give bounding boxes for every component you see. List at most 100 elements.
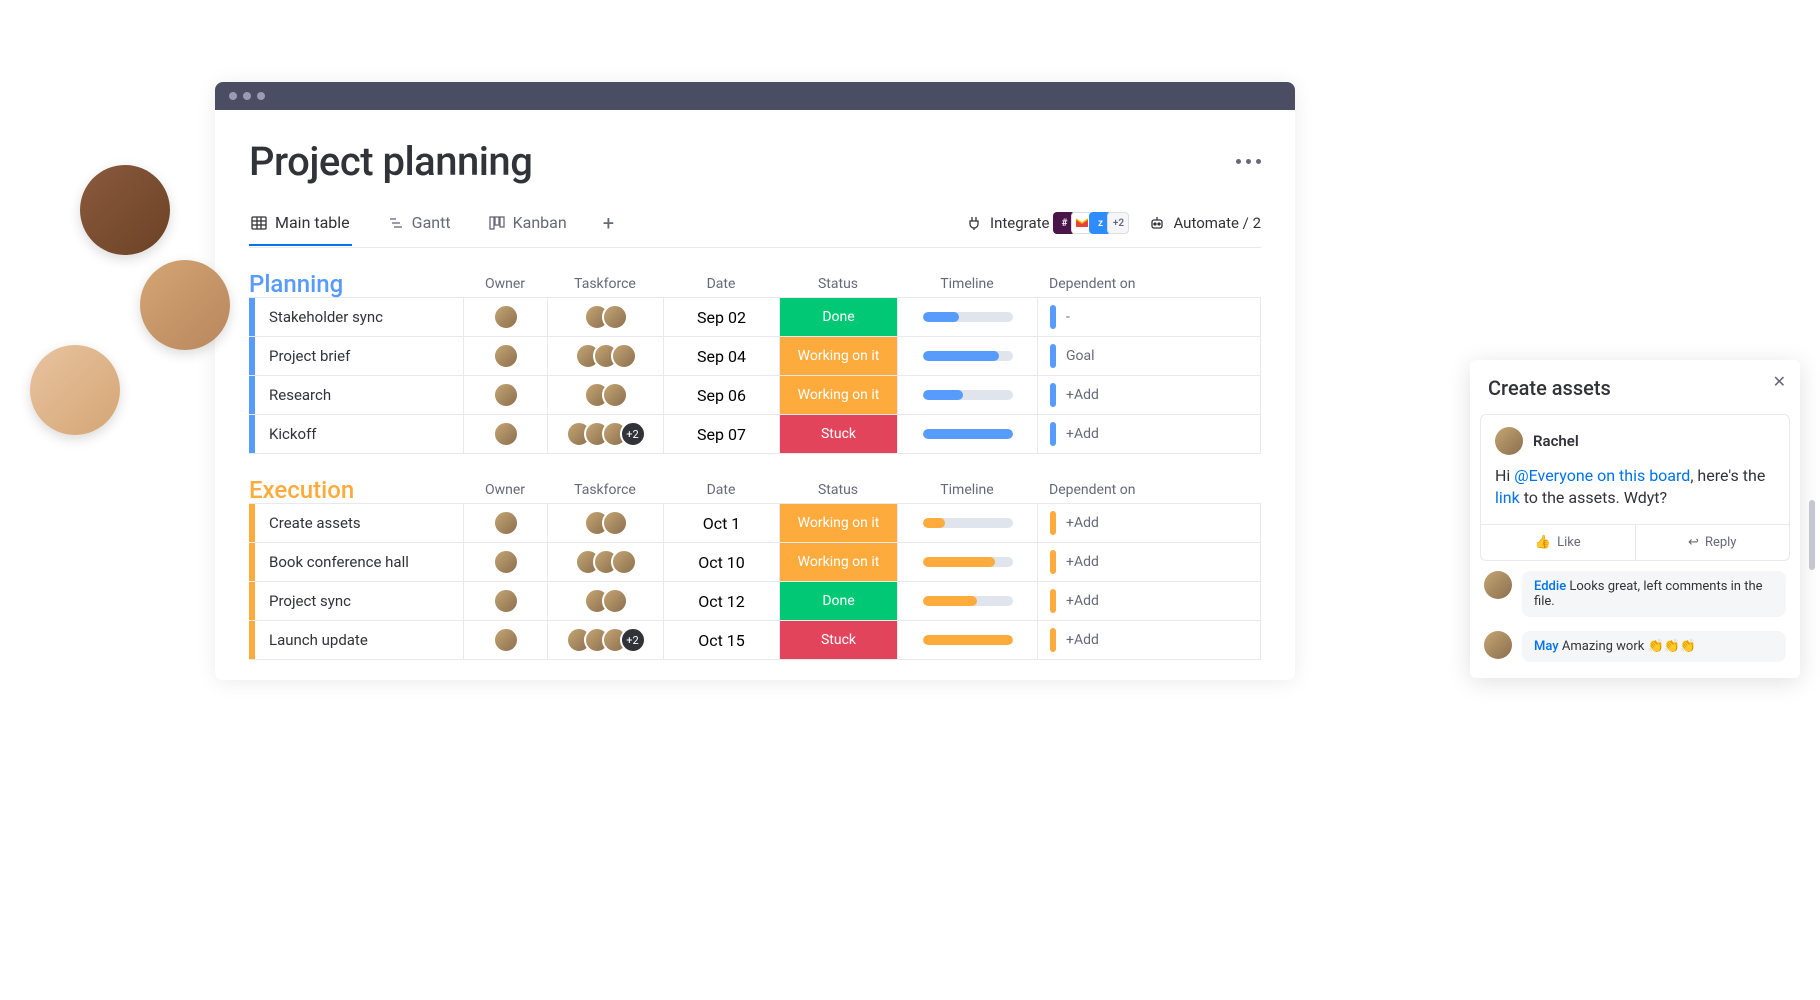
dependent-cell[interactable]: +Add — [1037, 504, 1260, 542]
timeline-cell[interactable] — [897, 376, 1037, 414]
table-row[interactable]: Kickoff+2Sep 07Stuck+Add — [249, 414, 1261, 454]
integrate-button[interactable]: Integrate # z +2 — [966, 212, 1129, 234]
owner-cell[interactable] — [463, 415, 547, 453]
task-name[interactable]: Stakeholder sync — [255, 308, 463, 326]
column-header-dependent[interactable]: Dependent on — [1037, 482, 1261, 504]
taskforce-cell[interactable] — [547, 543, 663, 581]
taskforce-cell[interactable] — [547, 504, 663, 542]
date-cell[interactable]: Sep 04 — [663, 337, 779, 375]
automate-button[interactable]: Automate / 2 — [1149, 214, 1261, 232]
column-header-taskforce[interactable]: Taskforce — [547, 482, 663, 504]
table-row[interactable]: Book conference hall Oct 10Working on it +… — [249, 542, 1261, 582]
reply-bubble[interactable]: May Amazing work 👏👏👏 — [1522, 631, 1786, 662]
scrollbar[interactable] — [1809, 500, 1815, 570]
column-header-taskforce[interactable]: Taskforce — [547, 276, 663, 298]
taskforce-cell[interactable]: +2 — [547, 621, 663, 659]
status-cell[interactable]: Working on it — [779, 376, 897, 414]
taskforce-cell[interactable] — [547, 376, 663, 414]
tab-gantt[interactable]: Gantt — [386, 213, 453, 246]
owner-cell[interactable] — [463, 582, 547, 620]
link[interactable]: link — [1495, 488, 1520, 507]
dependent-cell[interactable]: +Add — [1037, 543, 1260, 581]
tab-kanban[interactable]: Kanban — [487, 213, 569, 246]
mention[interactable]: @Everyone on this board — [1514, 466, 1690, 485]
dependent-cell[interactable]: +Add — [1037, 415, 1260, 453]
reply-button[interactable]: ↩ Reply — [1636, 525, 1790, 560]
dependent-cell[interactable]: Goal — [1037, 337, 1260, 375]
timeline-cell[interactable] — [897, 543, 1037, 581]
status-cell[interactable]: Working on it — [779, 504, 897, 542]
taskforce-cell[interactable]: +2 — [547, 415, 663, 453]
group-title[interactable]: Planning — [249, 270, 463, 298]
task-name[interactable]: Research — [255, 386, 463, 404]
task-name[interactable]: Project sync — [255, 592, 463, 610]
status-cell[interactable]: Done — [779, 298, 897, 336]
close-button[interactable]: ✕ — [1773, 372, 1786, 391]
table-row[interactable]: Project brief Sep 04Working on it Goal — [249, 336, 1261, 376]
date-cell[interactable]: Oct 10 — [663, 543, 779, 581]
timeline-cell[interactable] — [897, 504, 1037, 542]
column-header-status[interactable]: Status — [779, 276, 897, 298]
avatar-stack[interactable] — [575, 549, 637, 575]
avatar-stack[interactable]: +2 — [566, 627, 646, 653]
owner-cell[interactable] — [463, 376, 547, 414]
avatar-stack[interactable] — [584, 382, 628, 408]
task-name[interactable]: Project brief — [255, 347, 463, 365]
task-name[interactable]: Book conference hall — [255, 553, 463, 571]
column-header-timeline[interactable]: Timeline — [897, 482, 1037, 504]
column-header-date[interactable]: Date — [663, 482, 779, 504]
table-row[interactable]: Stakeholder sync Sep 02Done - — [249, 297, 1261, 337]
status-cell[interactable]: Stuck — [779, 415, 897, 453]
timeline-cell[interactable] — [897, 337, 1037, 375]
owner-cell[interactable] — [463, 337, 547, 375]
task-name[interactable]: Launch update — [255, 631, 463, 649]
more-menu-button[interactable] — [1236, 159, 1261, 164]
avatar-stack[interactable] — [584, 304, 628, 330]
group-title[interactable]: Execution — [249, 476, 463, 504]
timeline-cell[interactable] — [897, 298, 1037, 336]
column-header-owner[interactable]: Owner — [463, 482, 547, 504]
table-row[interactable]: Project sync Oct 12Done +Add — [249, 581, 1261, 621]
table-row[interactable]: Research Sep 06Working on it +Add — [249, 375, 1261, 415]
column-header-status[interactable]: Status — [779, 482, 897, 504]
status-cell[interactable]: Done — [779, 582, 897, 620]
status-cell[interactable]: Stuck — [779, 621, 897, 659]
like-button[interactable]: 👍 Like — [1481, 525, 1636, 560]
table-row[interactable]: Launch update+2Oct 15Stuck+Add — [249, 620, 1261, 660]
column-header-dependent[interactable]: Dependent on — [1037, 276, 1261, 298]
task-name[interactable]: Create assets — [255, 514, 463, 532]
column-header-owner[interactable]: Owner — [463, 276, 547, 298]
timeline-cell[interactable] — [897, 415, 1037, 453]
date-cell[interactable]: Oct 1 — [663, 504, 779, 542]
avatar-stack[interactable] — [575, 343, 637, 369]
timeline-cell[interactable] — [897, 621, 1037, 659]
traffic-light-icon[interactable] — [243, 92, 251, 100]
date-cell[interactable]: Sep 06 — [663, 376, 779, 414]
owner-cell[interactable] — [463, 298, 547, 336]
dependent-cell[interactable]: +Add — [1037, 582, 1260, 620]
traffic-light-icon[interactable] — [257, 92, 265, 100]
date-cell[interactable]: Oct 12 — [663, 582, 779, 620]
reply-author[interactable]: Eddie — [1534, 579, 1566, 594]
owner-cell[interactable] — [463, 504, 547, 542]
dependent-cell[interactable]: - — [1037, 298, 1260, 336]
dependent-cell[interactable]: +Add — [1037, 376, 1260, 414]
reply-bubble[interactable]: Eddie Looks great, left comments in the … — [1522, 571, 1786, 617]
taskforce-cell[interactable] — [547, 337, 663, 375]
reply-author[interactable]: May — [1534, 639, 1559, 654]
column-header-date[interactable]: Date — [663, 276, 779, 298]
traffic-light-icon[interactable] — [229, 92, 237, 100]
add-view-button[interactable]: + — [603, 211, 614, 247]
owner-cell[interactable] — [463, 621, 547, 659]
status-cell[interactable]: Working on it — [779, 337, 897, 375]
date-cell[interactable]: Sep 07 — [663, 415, 779, 453]
avatar-stack[interactable]: +2 — [566, 421, 646, 447]
date-cell[interactable]: Sep 02 — [663, 298, 779, 336]
avatar-stack[interactable] — [584, 510, 628, 536]
taskforce-cell[interactable] — [547, 298, 663, 336]
tab-main-table[interactable]: Main table — [249, 213, 352, 246]
avatar-stack[interactable] — [584, 588, 628, 614]
status-cell[interactable]: Working on it — [779, 543, 897, 581]
date-cell[interactable]: Oct 15 — [663, 621, 779, 659]
table-row[interactable]: Create assets Oct 1Working on it +Add — [249, 503, 1261, 543]
